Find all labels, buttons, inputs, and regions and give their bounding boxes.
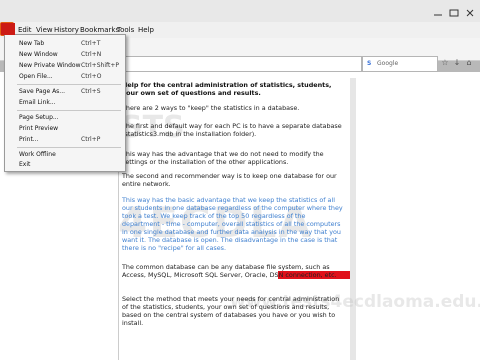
search-engine-icon: S [367,60,372,67]
url-bar[interactable] [125,56,362,72]
menu-item-new-private-window[interactable]: New Private Window Ctrl+Shift+P [19,62,119,70]
menu-item-label: Email Link... [19,99,56,106]
menu-item-label: New Tab [19,40,45,47]
menu-item-open-file[interactable]: Open File... Ctrl+O [19,73,119,81]
menu-item-page-setup[interactable]: Page Setup... [19,114,119,122]
maximize-button[interactable] [448,3,460,17]
doc-paragraph-4: The second and recommender way is to kee… [122,172,337,188]
menu-item-shortcut: Ctrl+N [81,51,102,58]
menu-item-shortcut: Ctrl+P [81,136,101,143]
menu-item-label: New Window [19,51,58,58]
menu-item-label: Print Preview [19,125,59,132]
menu-item-shortcut: Ctrl+S [81,88,101,95]
menu-help[interactable]: Help [138,26,154,34]
menu-item-print[interactable]: Print... Ctrl+P [19,136,119,144]
menu-view[interactable]: View [36,26,53,34]
menu-item-label: Page Setup... [19,114,59,121]
menu-item-shortcut: Ctrl+O [81,73,102,80]
menu-item-label: Save Page As... [19,88,66,95]
doc-paragraph-2: The first and default way for each PC is… [122,122,342,138]
menu-item-work-offline[interactable]: Work Offline [19,151,119,159]
menu-bookmarks[interactable]: Bookmarks [80,26,119,34]
doc-paragraph-5: This way has the basic advantage that we… [122,196,343,252]
menu-item-exit[interactable]: Exit [19,161,119,169]
menu-separator [17,84,121,85]
menu-item-label: Exit [19,161,31,168]
doc-paragraph-7: Select the method that meets your needs … [122,295,340,327]
downloads-icon[interactable]: ↓ [452,58,462,68]
window-titlebar [0,0,480,22]
menu-item-label: New Private Window [19,62,81,69]
menu-item-label: Print... [19,136,39,143]
document-scrollbar[interactable] [350,78,356,360]
menu-item-shortcut: Ctrl+Shift+P [81,62,119,69]
close-window-button[interactable] [464,3,476,17]
maximize-icon [449,9,459,17]
doc-title: Help for the central administration of s… [122,81,332,97]
menu-edit[interactable]: Edit [18,26,32,34]
close-icon [466,9,474,17]
file-menu: New Tab Ctrl+T New Window Ctrl+N New Priva… [1,23,126,172]
doc-paragraph-6: The common database can be any database … [122,263,337,279]
doc-paragraph-1: There are 2 ways to "keep" the statistic… [122,104,300,112]
menu-item-new-window[interactable]: New Window Ctrl+N [19,51,119,59]
menu-selection-marker [1,23,15,35]
menu-item-label: Open File... [19,73,53,80]
minimize-button[interactable] [432,3,444,16]
doc-paragraph-3: This way has the advantage that we do no… [122,150,324,166]
menu-item-save-page-as[interactable]: Save Page As... Ctrl+S [19,88,119,96]
menu-item-shortcut: Ctrl+T [81,40,101,47]
search-placeholder: Google [377,60,399,67]
menu-item-label: Work Offline [19,151,56,158]
bookmark-star-icon[interactable]: ☆ [440,58,450,68]
menu-history[interactable]: History [54,26,79,34]
search-input[interactable]: S Google [362,56,438,72]
menu-separator [17,110,121,111]
menu-item-print-preview[interactable]: Print Preview [19,125,119,133]
menu-separator [17,147,121,148]
home-icon[interactable]: ⌂ [464,58,474,68]
menu-tools[interactable]: Tools [117,26,134,34]
menu-item-new-tab[interactable]: New Tab Ctrl+T [19,40,119,48]
minimize-icon [434,14,442,16]
menu-item-email-link[interactable]: Email Link... [19,99,119,107]
